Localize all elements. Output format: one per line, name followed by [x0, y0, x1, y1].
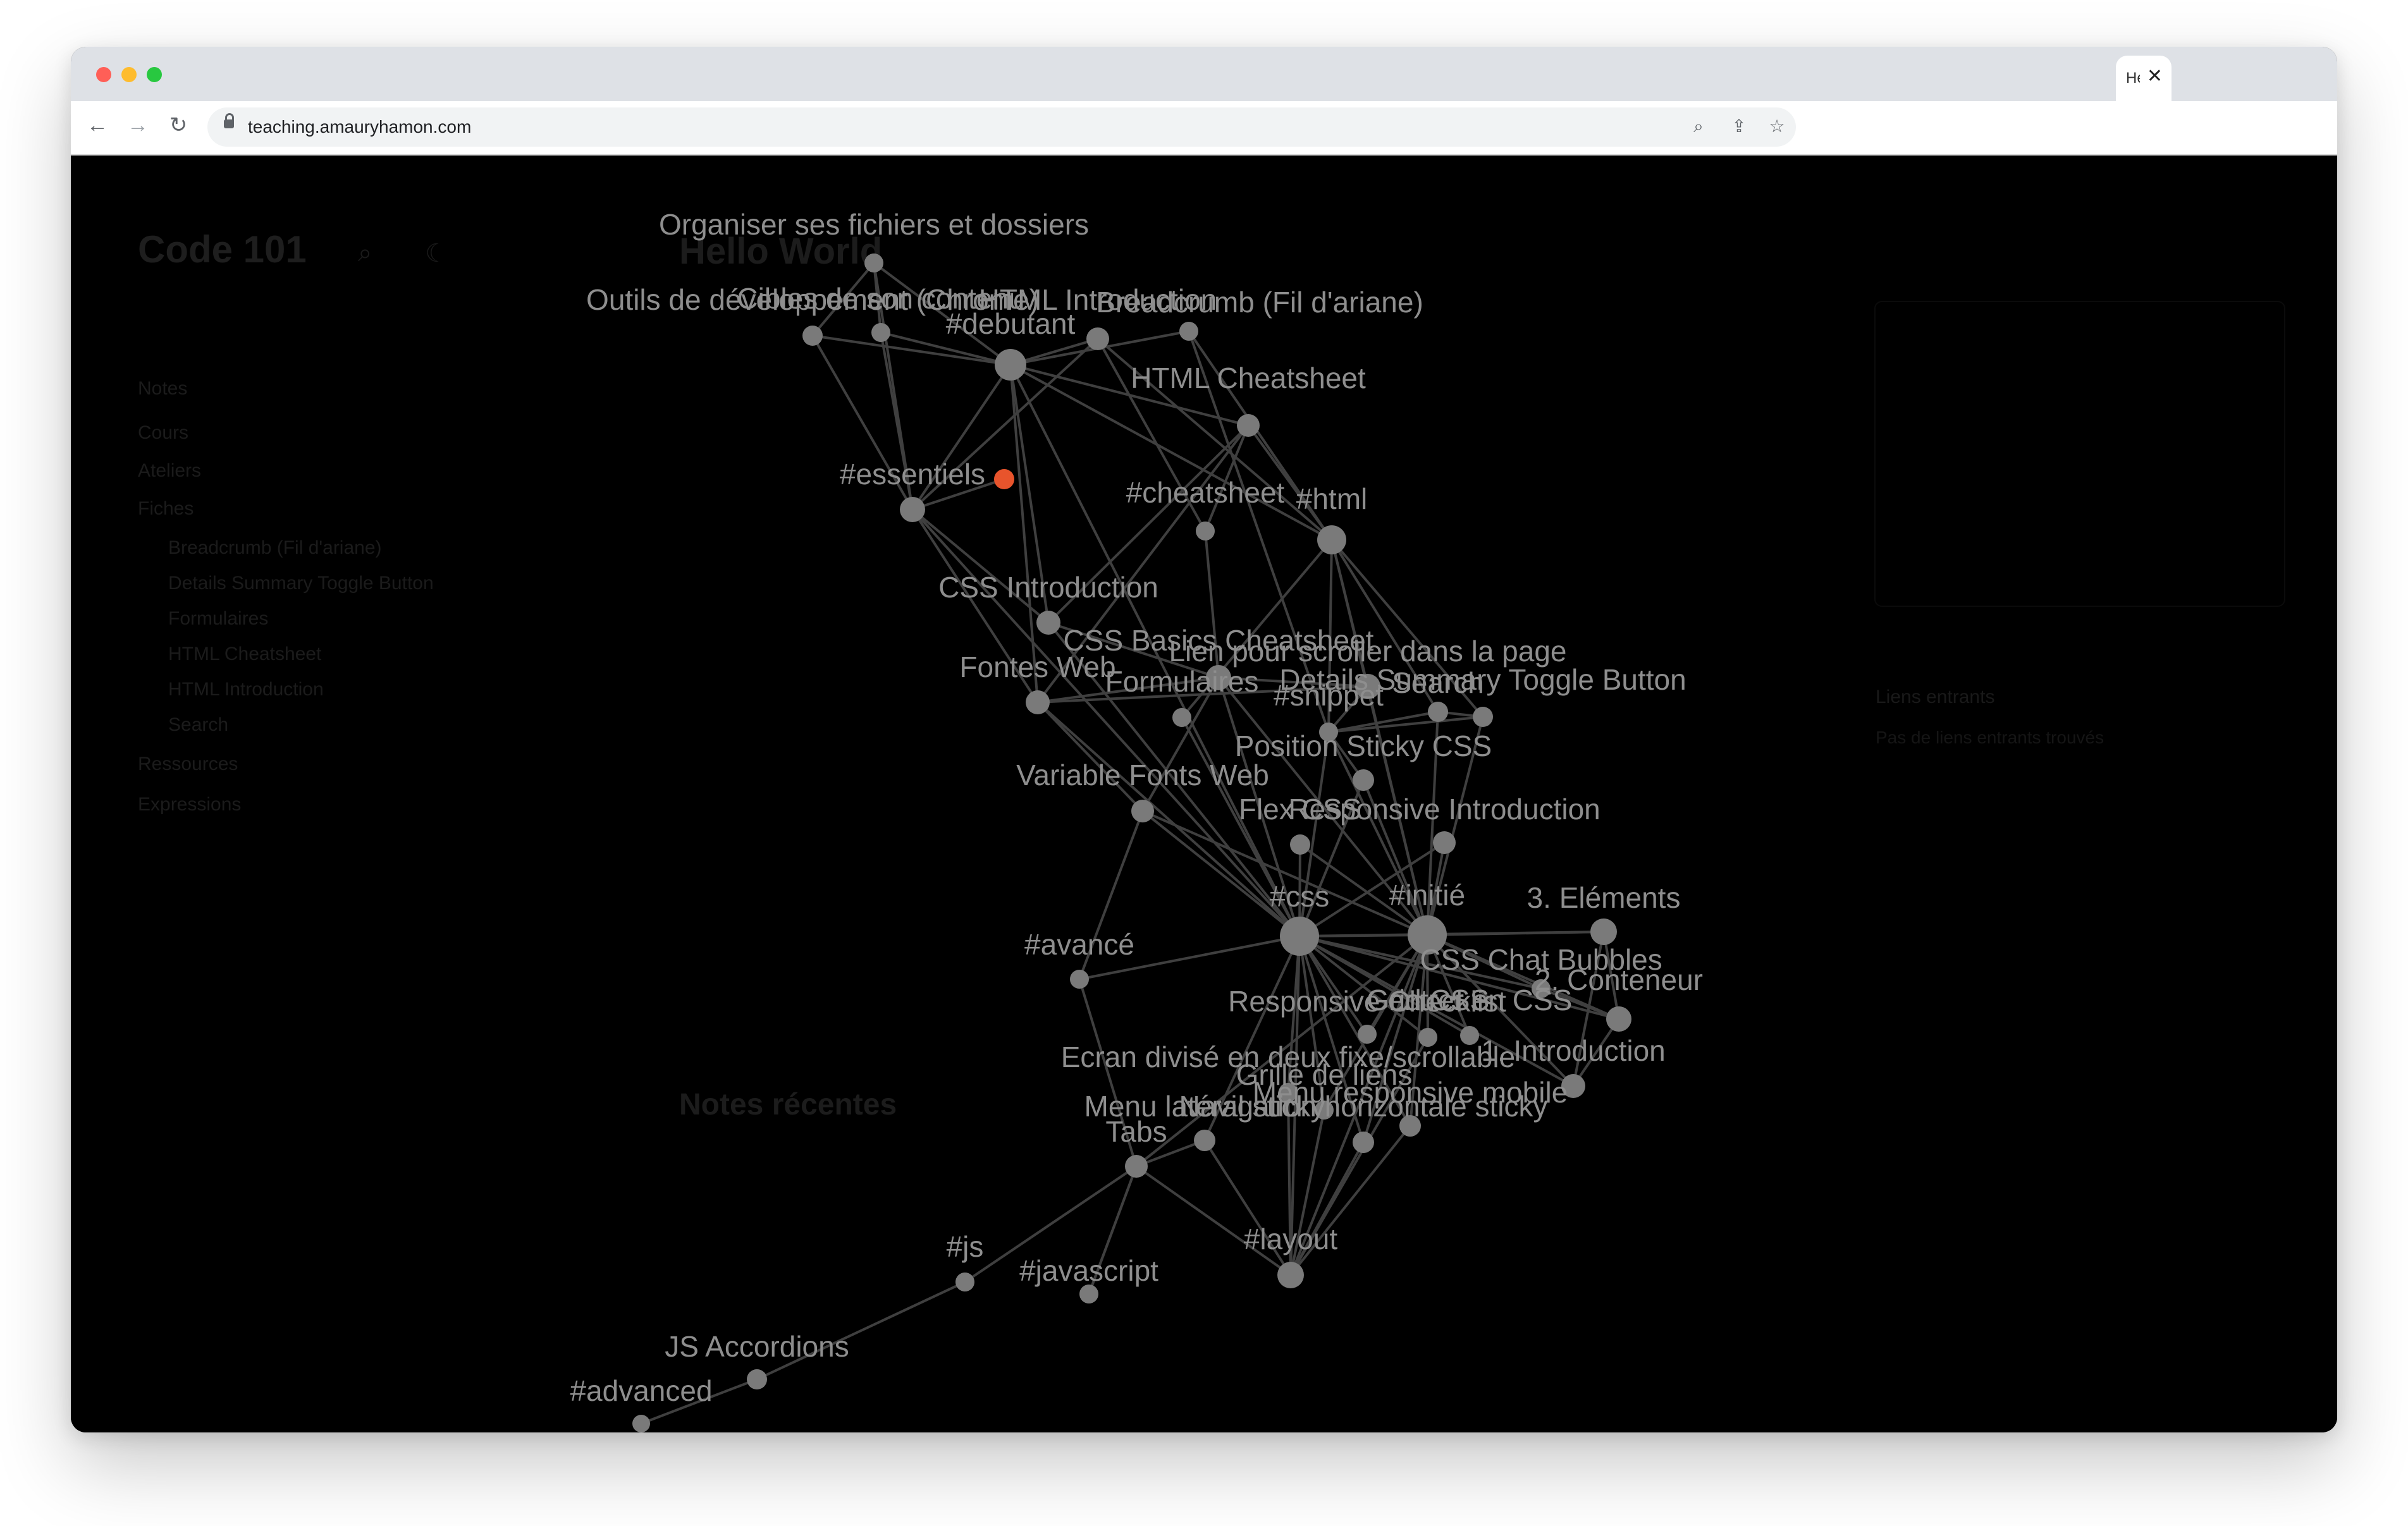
graph-node-outils[interactable] [802, 326, 823, 346]
address-bar[interactable]: teaching.amauryhamon.com ⌕ ⇪ ☆ [207, 107, 1796, 147]
close-window-button[interactable] [96, 67, 111, 82]
graph-label-jsacc: JS Accordions [665, 1330, 849, 1363]
graph-node-layout[interactable] [1277, 1262, 1304, 1288]
graph-label-responsive: Responsive Introduction [1288, 793, 1600, 826]
graph-node-formulaires[interactable] [1172, 708, 1191, 727]
graph-label-html: #html [1296, 482, 1367, 515]
graph-node-htmlcheat[interactable] [1237, 414, 1260, 437]
graph-label-sticky: Position Sticky CSS [1235, 729, 1492, 762]
graph-node-flex[interactable] [1290, 834, 1310, 855]
tab-title: Hello World [2126, 70, 2140, 87]
graph-label-varfonts: Variable Fonts Web [1016, 759, 1269, 791]
tab-active[interactable]: Hello World ✕ [2116, 56, 2172, 101]
graph-label-initie: #initié [1389, 879, 1465, 912]
browser-toolbar: ← → ↻ teaching.amauryhamon.com ⌕ ⇪ ☆ [71, 101, 2337, 156]
browser-window: Hello World ✕ ← → ↻ teaching.amauryhamon… [71, 47, 2337, 1432]
graph-label-elements: 3. Eléments [1527, 881, 1681, 914]
graph-label-cheatsheet: #cheatsheet [1126, 476, 1285, 509]
graph-label-cssintro: CSS Introduction [938, 571, 1158, 604]
graph-node-cssintro[interactable] [1036, 611, 1060, 635]
graph-node-sticky[interactable] [1353, 769, 1374, 791]
graph-node-hello[interactable] [994, 469, 1014, 489]
graph-node-fontes[interactable] [1026, 690, 1050, 714]
graph-label-search: Search [1392, 666, 1484, 699]
url-text[interactable]: teaching.amauryhamon.com [248, 117, 471, 137]
graph-node-navhoriz[interactable] [1353, 1132, 1374, 1153]
graph-label-fontes: Fontes Web [959, 650, 1115, 683]
zoom-icon[interactable]: ⌕ [1687, 115, 1710, 138]
graph-node-cheatsheet[interactable] [1196, 522, 1215, 540]
graph-edge [1036, 701, 1144, 812]
graph-edge [1141, 810, 1301, 937]
graph-node-responsive[interactable] [1433, 831, 1456, 854]
graph-label-advanced: #advanced [570, 1374, 712, 1407]
graph-label-breadcrumb: Breadcrumb (Fil d'ariane) [1096, 286, 1423, 319]
lock-icon[interactable] [224, 113, 234, 128]
graph-node-organiser[interactable] [864, 253, 883, 272]
zoom-window-button[interactable] [147, 67, 162, 82]
graph-node-details[interactable] [1473, 707, 1493, 727]
share-icon[interactable]: ⇪ [1728, 115, 1750, 138]
graph-label-css: #css [1270, 880, 1330, 913]
graph-edge [911, 508, 1050, 624]
graph-label-javascript: #javascript [1019, 1254, 1158, 1287]
graph-node-htmlintro[interactable] [1086, 327, 1109, 350]
graph-node-advanced[interactable] [632, 1415, 650, 1432]
graph-node-html[interactable] [1317, 525, 1346, 554]
graph-label-formulaires: Formulaires [1105, 665, 1259, 698]
graph-label-essentiels: #essentiels [840, 458, 985, 491]
minimize-window-button[interactable] [121, 67, 137, 82]
graph-node-js[interactable] [955, 1273, 974, 1291]
graph-node-essentiels[interactable] [900, 497, 925, 522]
graph-label-navhoriz: Navigation horizontale sticky [1179, 1090, 1548, 1123]
tab-strip: Hello World ✕ [71, 47, 2337, 101]
graph-node-avance[interactable] [1070, 970, 1089, 989]
graph-node-varfonts[interactable] [1131, 800, 1154, 822]
star-icon[interactable]: ☆ [1766, 115, 1788, 138]
graph-node-menulat[interactable] [1194, 1130, 1215, 1151]
forward-arrow-icon[interactable]: → [125, 113, 150, 138]
graph-label-snippet: #snippet [1274, 679, 1384, 712]
graph-node-tabs[interactable] [1125, 1155, 1148, 1178]
graph-node-search[interactable] [1428, 702, 1448, 722]
graph-node-javascript[interactable] [1079, 1285, 1098, 1303]
graph-node-breadcrumb[interactable] [1179, 322, 1198, 341]
page-content: Code 101 ⌕ ☾ Notes Cours Ateliers Fiches… [71, 156, 2337, 1432]
graph-node-debutant[interactable] [995, 349, 1026, 381]
graph-edge [1135, 1165, 1292, 1276]
graph-edges [641, 262, 1620, 1425]
graph-node-conteneur[interactable] [1606, 1006, 1631, 1032]
graph-node-cibles[interactable] [871, 323, 890, 342]
graph-label-layout: #layout [1244, 1223, 1338, 1255]
graph-node-elements[interactable] [1590, 919, 1617, 945]
graph-edge [1427, 931, 1604, 936]
back-arrow-icon[interactable]: ← [85, 113, 110, 138]
graph-node-jsacc[interactable] [747, 1369, 767, 1389]
reload-icon[interactable]: ↻ [166, 113, 191, 138]
graph-view[interactable]: Organiser ses fichiers et dossiersOutils… [71, 156, 2337, 1432]
graph-label-htmlcheat: HTML Cheatsheet [1131, 362, 1366, 394]
graph-label-tabs: Tabs [1105, 1115, 1167, 1148]
graph-label-centrer: Centrer en CSS [1367, 984, 1573, 1016]
graph-node-css[interactable] [1280, 917, 1319, 956]
graph-label-js: #js [947, 1230, 984, 1263]
graph-label-organiser: Organiser ses fichiers et dossiers [659, 208, 1089, 241]
graph-label-avance: #avancé [1024, 928, 1134, 961]
close-icon[interactable]: ✕ [2147, 67, 2163, 86]
